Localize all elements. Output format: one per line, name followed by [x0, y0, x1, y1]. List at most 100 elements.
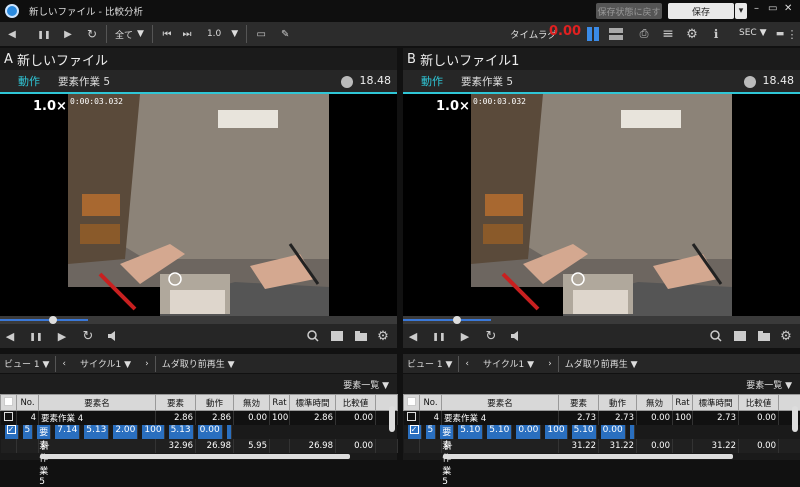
prev-cycle-icon[interactable]: ‹: [465, 359, 469, 369]
row-standard-time: 5.13: [169, 425, 194, 439]
zoom-icon[interactable]: [303, 330, 323, 342]
cycle-select[interactable]: サイクル1 ▼: [80, 357, 131, 370]
table-vertical-scrollbar[interactable]: [792, 406, 798, 432]
comment-icon[interactable]: ▭: [251, 23, 271, 45]
scope-select[interactable]: 全て▼: [111, 28, 148, 41]
save-button[interactable]: 保存: [668, 3, 734, 19]
unit-select[interactable]: SEC ▼: [739, 28, 766, 38]
table-vertical-scrollbar[interactable]: [389, 406, 395, 432]
header-standard-time[interactable]: 標準時間: [290, 395, 336, 411]
table-row[interactable]: 4 要素作業 4 2.86 2.86 0.00 100 2.86 0.00: [1, 411, 398, 425]
next-cycle-icon[interactable]: ›: [145, 359, 149, 369]
prev-icon[interactable]: ◀: [2, 23, 22, 45]
image-icon[interactable]: [730, 331, 750, 341]
image-icon[interactable]: [327, 331, 347, 341]
pause-icon[interactable]: ❚❚: [34, 23, 54, 45]
play-icon[interactable]: ▶: [455, 330, 475, 343]
reload-icon[interactable]: ↻: [82, 23, 102, 45]
gear-icon[interactable]: ⚙: [682, 24, 702, 44]
row-checkbox-checked[interactable]: ✓: [7, 425, 16, 434]
seek-handle[interactable]: [453, 316, 461, 324]
view-select[interactable]: ビュー 1 ▼: [407, 357, 452, 370]
panel-file-name: 新しいファイル: [17, 50, 108, 69]
tab-element[interactable]: 要素作業 5: [58, 74, 110, 89]
header-rating[interactable]: Rat: [270, 395, 290, 411]
maximize-icon[interactable]: ▭: [768, 3, 777, 14]
table-row[interactable]: 4 要素作業 4 2.73 2.73 0.00 100 2.73 0.00: [404, 411, 800, 425]
more-icon[interactable]: ⋮: [786, 24, 798, 44]
gear-icon[interactable]: ⚙: [776, 329, 796, 344]
pause-icon[interactable]: ❚❚: [429, 332, 449, 341]
header-invalid[interactable]: 無効: [637, 395, 673, 411]
prev-frame-icon[interactable]: ◀: [0, 330, 20, 343]
folder-icon[interactable]: [351, 331, 371, 341]
video-view[interactable]: 1.0× 0:00:03.032: [403, 94, 800, 316]
edit-icon[interactable]: ✎: [275, 23, 295, 45]
header-invalid[interactable]: 無効: [234, 395, 270, 411]
seek-bar[interactable]: [0, 316, 397, 324]
select-all-checkbox[interactable]: [4, 397, 13, 406]
row-checkbox[interactable]: [407, 412, 416, 421]
reload-icon[interactable]: ↻: [481, 329, 501, 344]
element-list-select[interactable]: 要素一覧 ▼: [343, 378, 389, 391]
restore-saved-button[interactable]: 保存状態に戻す: [596, 3, 662, 19]
element-list-select[interactable]: 要素一覧 ▼: [746, 378, 792, 391]
header-name[interactable]: 要素名: [442, 395, 559, 411]
info-icon[interactable]: ℹ: [706, 24, 726, 44]
view-select[interactable]: ビュー 1 ▼: [4, 357, 49, 370]
table-horizontal-scrollbar[interactable]: [40, 454, 350, 459]
prev-frame-icon[interactable]: ◀: [403, 330, 423, 343]
cycle-select[interactable]: サイクル1 ▼: [483, 357, 534, 370]
row-checkbox-checked[interactable]: ✓: [410, 425, 419, 434]
element-list-value: 要素一覧: [343, 381, 379, 391]
header-name[interactable]: 要素名: [39, 395, 156, 411]
header-compare[interactable]: 比較値: [336, 395, 376, 411]
speed-select[interactable]: 1.0▼: [203, 29, 242, 39]
row-checkbox[interactable]: [4, 412, 13, 421]
play-icon[interactable]: ▶: [52, 330, 72, 343]
select-all-checkbox[interactable]: [407, 397, 416, 406]
folder-icon[interactable]: [754, 331, 774, 341]
split-horizontal-icon[interactable]: [583, 24, 603, 44]
playback-mode-select[interactable]: ムダ取り前再生 ▼: [565, 357, 638, 370]
table-row[interactable]: ✓ 5 要素作業 5 5.10 5.10 0.00 100 5.10 0.00: [404, 425, 639, 439]
header-standard-time[interactable]: 標準時間: [693, 395, 739, 411]
save-dropdown-button[interactable]: ▾: [735, 3, 747, 19]
header-element[interactable]: 要素: [156, 395, 196, 411]
list-icon[interactable]: ≡: [658, 24, 678, 44]
header-compare[interactable]: 比較値: [739, 395, 779, 411]
step-forward-icon[interactable]: ⏭: [177, 23, 197, 45]
video-view[interactable]: 1.0× 0:00:03.032: [0, 94, 397, 316]
header-no[interactable]: No.: [420, 395, 442, 411]
table-horizontal-scrollbar[interactable]: [443, 454, 733, 459]
print-icon[interactable]: ⎙: [634, 24, 654, 44]
close-icon[interactable]: ✕: [784, 3, 792, 14]
play-icon[interactable]: ▶: [58, 23, 78, 45]
header-rating[interactable]: Rat: [673, 395, 693, 411]
volume-icon[interactable]: [104, 331, 124, 341]
tab-element[interactable]: 要素作業 5: [461, 74, 513, 89]
volume-icon[interactable]: [507, 331, 527, 341]
minimize-icon[interactable]: –: [754, 3, 759, 14]
gear-icon[interactable]: ⚙: [373, 329, 393, 344]
prev-cycle-icon[interactable]: ‹: [62, 359, 66, 369]
zoom-icon[interactable]: [706, 330, 726, 342]
seek-bar[interactable]: [403, 316, 800, 324]
step-back-icon[interactable]: ⏮: [157, 23, 177, 45]
next-cycle-icon[interactable]: ›: [548, 359, 552, 369]
reload-icon[interactable]: ↻: [78, 329, 98, 344]
split-vertical-icon[interactable]: [606, 24, 626, 44]
row-standard-time: 2.86: [290, 411, 336, 425]
table-row[interactable]: ✓ 5 要素作業 5 7.14 5.13 2.00 100 5.13 0.00: [1, 425, 236, 439]
pause-icon[interactable]: ❚❚: [26, 332, 46, 341]
header-checkbox[interactable]: [404, 395, 420, 411]
header-no[interactable]: No.: [17, 395, 39, 411]
header-action[interactable]: 動作: [196, 395, 234, 411]
seek-handle[interactable]: [49, 316, 57, 324]
header-action[interactable]: 動作: [599, 395, 637, 411]
header-element[interactable]: 要素: [559, 395, 599, 411]
header-checkbox[interactable]: [1, 395, 17, 411]
tab-action[interactable]: 動作: [421, 73, 443, 89]
tab-action[interactable]: 動作: [18, 73, 40, 89]
playback-mode-select[interactable]: ムダ取り前再生 ▼: [162, 357, 235, 370]
